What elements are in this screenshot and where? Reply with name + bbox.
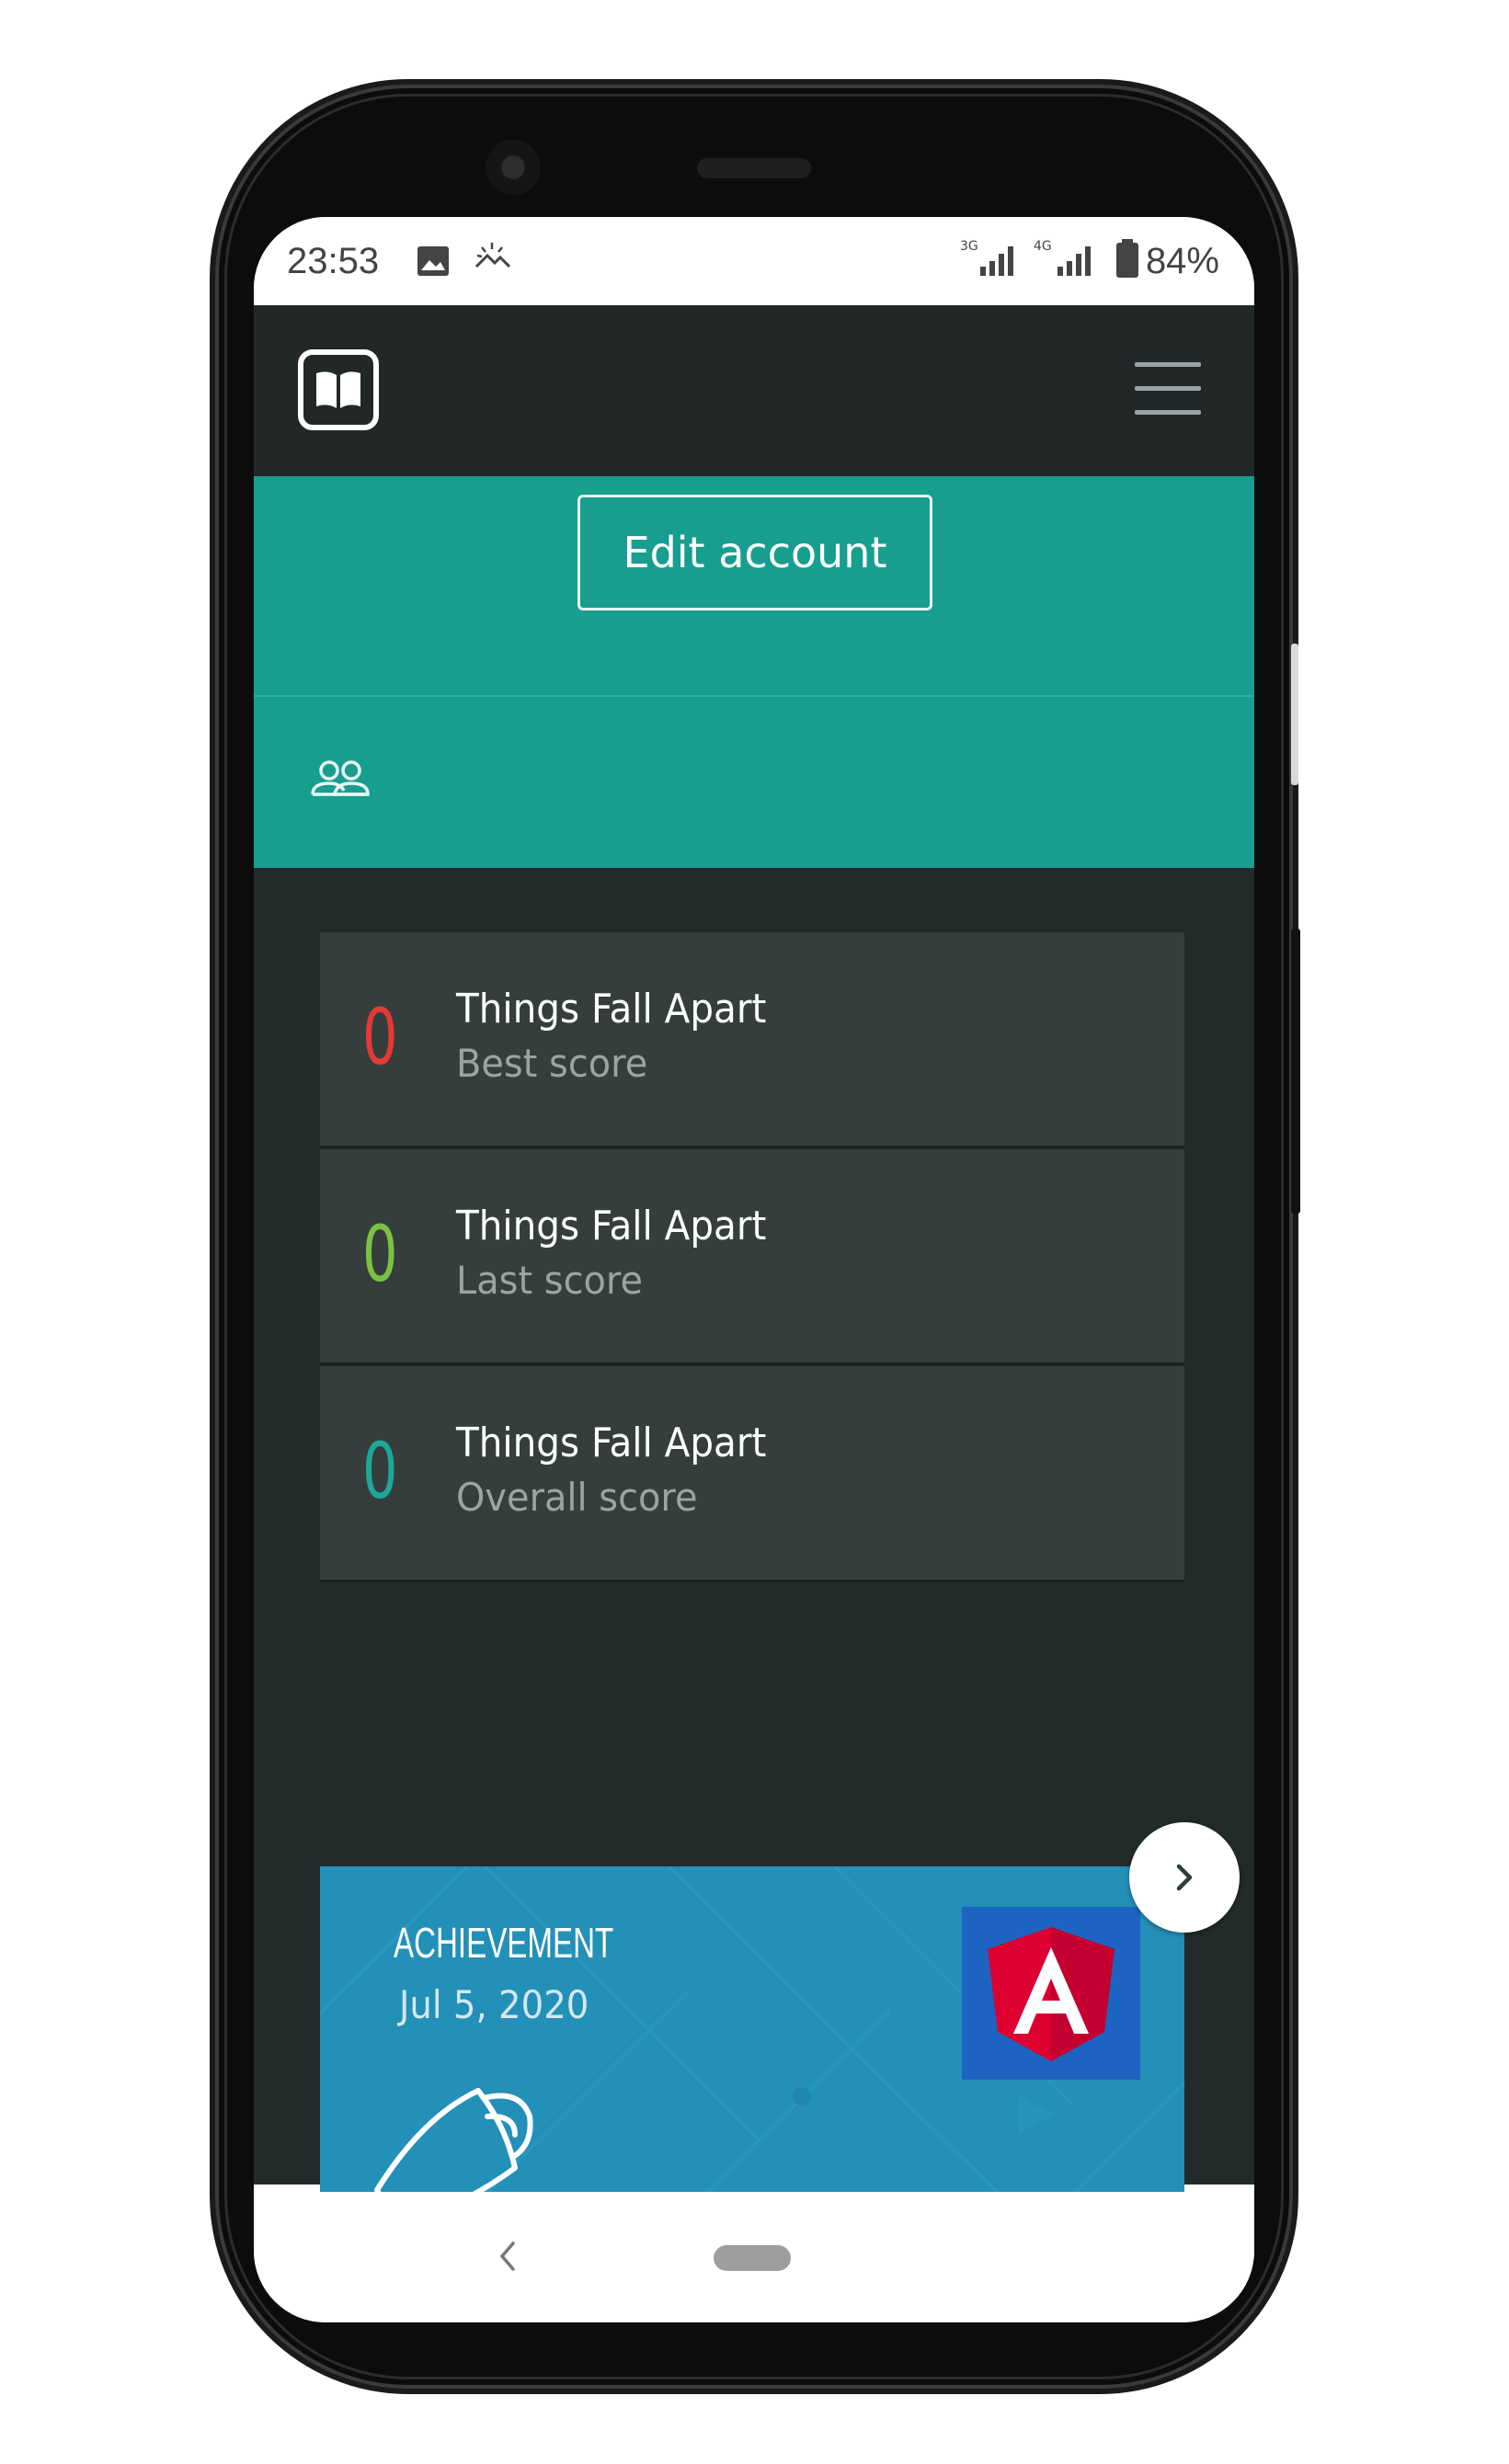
score-value: 0 [362, 1426, 398, 1516]
score-title: Things Fall Apart [456, 986, 767, 1032]
phone-power-button [1291, 929, 1300, 1214]
app-header [254, 305, 1254, 476]
dashboard-content: 0 Things Fall Apart Best score 0 Things … [254, 868, 1254, 2304]
image-icon [416, 245, 451, 281]
score-card-best[interactable]: 0 Things Fall Apart Best score [320, 932, 1184, 1146]
svg-text:3G: 3G [960, 239, 978, 254]
score-label: Best score [456, 1041, 648, 1086]
score-title: Things Fall Apart [456, 1203, 767, 1249]
score-label: Last score [456, 1258, 644, 1303]
status-time: 23:53 [287, 241, 380, 281]
group-icon[interactable] [309, 758, 372, 805]
profile-section: Edit account [254, 476, 1254, 699]
score-card-last[interactable]: 0 Things Fall Apart Last score [320, 1149, 1184, 1363]
achievement-date: Jul 5, 2020 [399, 1982, 589, 2027]
phone-volume-button [1291, 644, 1298, 785]
system-navigation-bar [254, 2192, 1254, 2322]
svg-text:4G: 4G [1034, 239, 1052, 254]
angular-icon [962, 1907, 1140, 2080]
battery-icon [1115, 237, 1140, 283]
book-icon[interactable] [298, 349, 379, 430]
earpiece-speaker [697, 158, 811, 178]
score-card-overall[interactable]: 0 Things Fall Apart Overall score [320, 1366, 1184, 1580]
status-bar: 23:53 3G 4G 84% [254, 217, 1254, 305]
achievement-label: ACHIEVEMENT [394, 1919, 614, 1967]
score-title: Things Fall Apart [456, 1420, 767, 1466]
chevron-right-icon[interactable] [1129, 1822, 1240, 1933]
score-label: Overall score [456, 1475, 698, 1520]
home-pill-icon[interactable] [714, 2245, 791, 2271]
profile-meta [254, 697, 1254, 868]
edit-account-button[interactable]: Edit account [577, 495, 932, 610]
score-value: 0 [362, 1209, 398, 1299]
front-camera [486, 140, 541, 195]
signal-icon: 4G [1032, 237, 1105, 283]
signal-icon: 3G [958, 237, 1032, 283]
screen: 23:53 3G 4G 84% Edit account 0 Things Fa… [254, 217, 1254, 2322]
hamburger-menu-icon[interactable] [1135, 362, 1201, 416]
score-value: 0 [362, 992, 398, 1082]
battery-percent: 84% [1145, 241, 1219, 281]
back-chevron-icon[interactable] [495, 2238, 519, 2278]
weather-icon [471, 239, 513, 279]
